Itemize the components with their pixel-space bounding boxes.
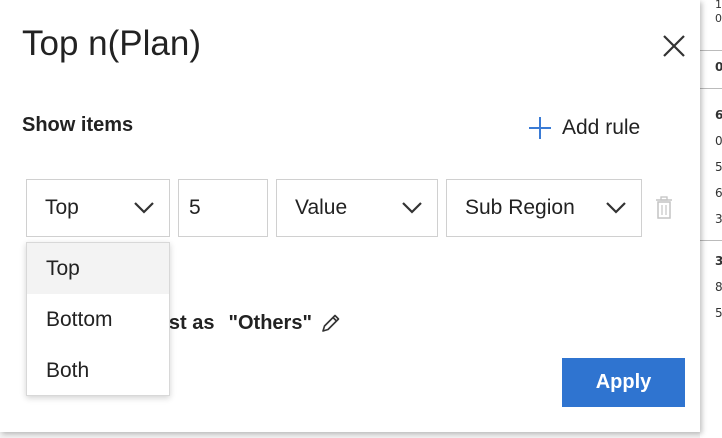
trash-icon — [656, 196, 672, 219]
apply-button[interactable]: Apply — [562, 358, 685, 407]
sheet-cell: 6 — [715, 108, 722, 122]
sheet-cell: 5 — [715, 306, 722, 320]
show-items-label: Show items — [22, 114, 134, 136]
sheet-divider — [700, 88, 722, 89]
background-spreadsheet: 1 0 0 6 0 5 6 3 3 8 5 — [700, 0, 722, 438]
plus-icon — [529, 117, 551, 139]
dialog-title: Top n(Plan) — [22, 24, 201, 63]
by-select[interactable]: Value — [276, 179, 438, 237]
direction-select-value: Top — [45, 196, 79, 219]
dropdown-option-top[interactable]: Top — [27, 243, 169, 294]
sheet-cell: 0 — [715, 60, 722, 74]
sheet-divider — [700, 50, 722, 51]
direction-select[interactable]: Top — [26, 179, 170, 237]
dropdown-option-both[interactable]: Both — [27, 345, 169, 396]
sheet-cell: 3 — [715, 254, 722, 268]
top-n-dialog: Top n(Plan) Show items Add rule Top 5 Va… — [0, 0, 700, 432]
field-select[interactable]: Sub Region — [446, 179, 642, 237]
direction-dropdown-menu: Top Bottom Both — [26, 242, 170, 396]
sheet-cell: 1 — [715, 0, 722, 11]
sheet-cell: 0 — [715, 134, 722, 148]
by-select-value: Value — [295, 196, 348, 219]
sheet-divider — [700, 240, 722, 241]
pencil-icon[interactable] — [320, 312, 342, 334]
count-input[interactable]: 5 — [178, 179, 268, 237]
close-button[interactable] — [660, 32, 688, 60]
count-input-value: 5 — [189, 196, 201, 219]
add-rule-label: Add rule — [562, 116, 641, 139]
chevron-down-icon — [402, 202, 422, 214]
sheet-cell: 5 — [715, 160, 722, 174]
group-rest-row: rest as "Others" — [150, 309, 342, 337]
chevron-down-icon — [134, 202, 154, 214]
sheet-cell: 3 — [715, 212, 722, 226]
sheet-cell: 8 — [715, 280, 722, 294]
sheet-cell: 0 — [715, 12, 722, 25]
chevron-down-icon — [606, 202, 626, 214]
delete-rule-button[interactable] — [654, 196, 674, 220]
add-rule-button[interactable]: Add rule — [528, 113, 640, 143]
field-select-value: Sub Region — [465, 196, 575, 219]
close-icon — [663, 35, 685, 57]
sheet-cell: 6 — [715, 186, 722, 200]
dropdown-option-bottom[interactable]: Bottom — [27, 294, 169, 345]
others-label: "Others" — [228, 311, 312, 334]
